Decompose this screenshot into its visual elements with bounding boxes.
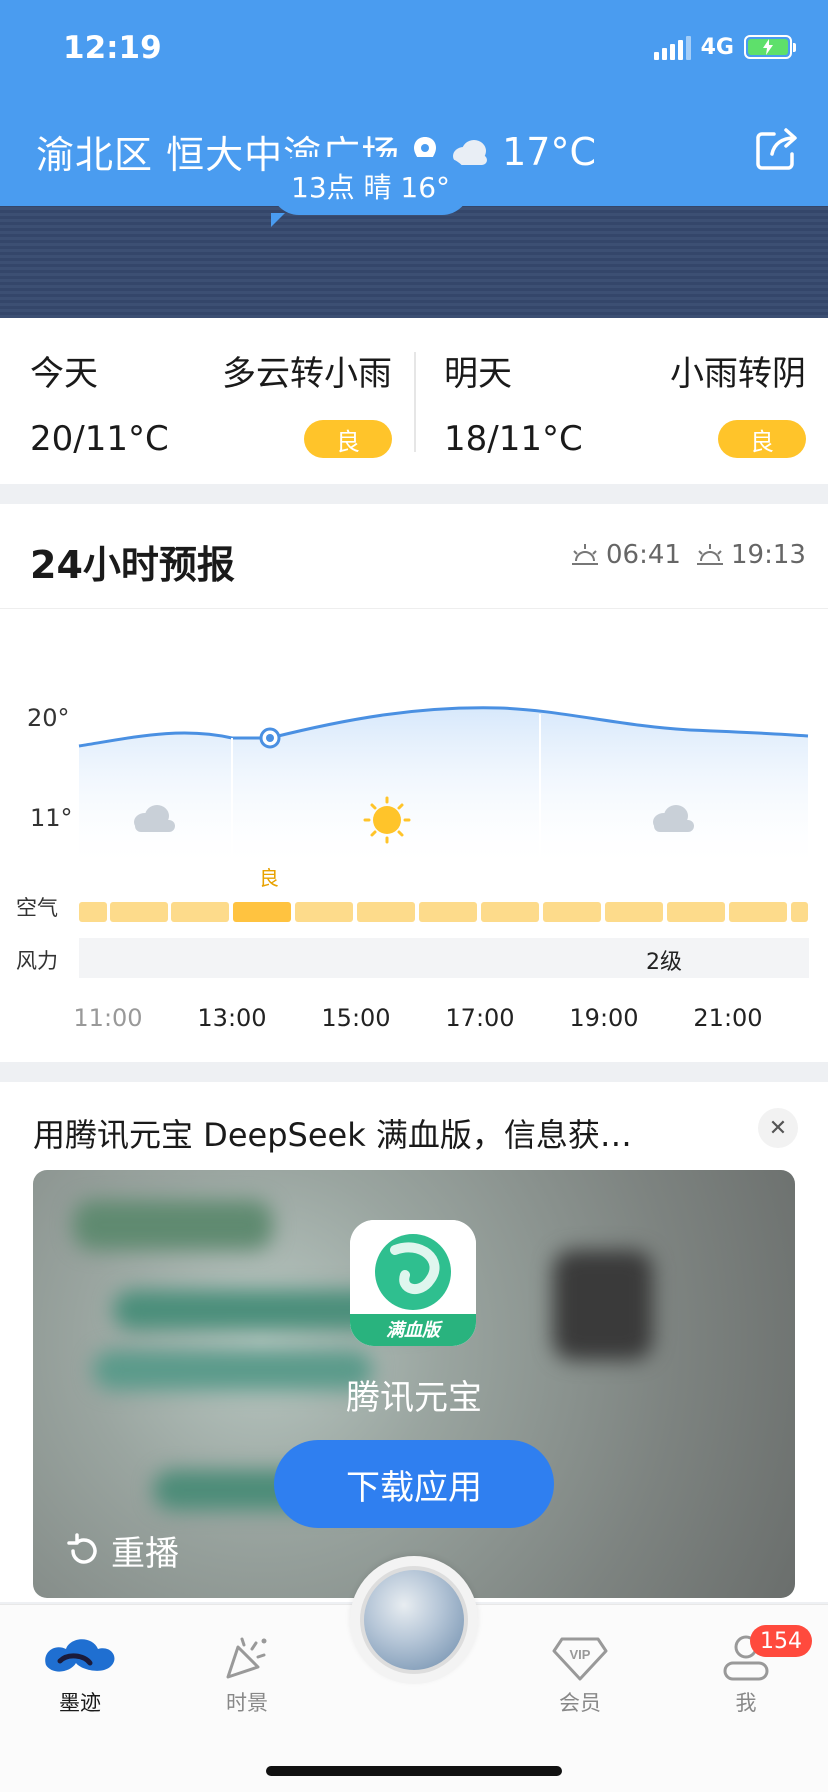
tomorrow-condition: 小雨转阴 [670, 354, 806, 394]
weather-banner-image [0, 206, 828, 318]
network-type: 4G [700, 34, 734, 60]
battery-icon [744, 35, 796, 59]
tomorrow-label: 明天 [444, 354, 512, 394]
sunset-time: 19:13 [731, 540, 806, 570]
replay-label: 重播 [111, 1534, 179, 1574]
sunrise-time: 06:41 [606, 540, 681, 570]
party-popper-icon [226, 1637, 267, 1679]
svg-text:VIP: VIP [570, 1647, 591, 1662]
current-temperature: 17°C [502, 129, 596, 174]
y-axis-max: 20° [27, 704, 70, 732]
tomorrow-aqi-badge: 良 [718, 420, 806, 458]
sunrise-icon [572, 544, 598, 565]
time-tick: 17:00 [445, 1004, 515, 1032]
replay-icon [67, 1532, 97, 1564]
tomorrow-temp-range: 18/11°C [444, 419, 583, 459]
status-icons: 4G [653, 34, 796, 60]
ad-title[interactable]: 用腾讯元宝 DeepSeek 满血版，信息获… [33, 1110, 632, 1156]
wind-level: 2级 [646, 950, 682, 975]
center-weather-button[interactable] [360, 1566, 468, 1674]
replay-button[interactable]: 重播 [65, 1526, 179, 1575]
time-tick: 13:00 [197, 1004, 267, 1032]
moji-cloud-icon [45, 1639, 115, 1672]
blurred-bg [553, 1250, 653, 1360]
air-quality-value: 良 [259, 866, 279, 890]
ad-card[interactable]: 用腾讯元宝 DeepSeek 满血版，信息获… ✕ 满血版 腾讯元宝 下载应用 … [0, 1082, 828, 1602]
wind-bar [79, 938, 809, 978]
app-name: 腾讯元宝 [346, 1378, 482, 1418]
selected-point-center [266, 734, 274, 742]
today-aqi-badge: 良 [304, 420, 392, 458]
wind-label: 风力 [16, 949, 58, 973]
forecast-title: 24小时预报 [30, 543, 235, 587]
app-badge: 满血版 [386, 1320, 440, 1341]
vip-diamond-icon: VIP [552, 1637, 608, 1681]
nav-item-vip[interactable]: VIP 会员 [530, 1633, 630, 1717]
air-quality-bar [79, 902, 808, 922]
signal-icon [653, 34, 691, 60]
today-condition: 多云转小雨 [222, 354, 392, 394]
forecast-tooltip: 13点 晴 16° [271, 157, 471, 227]
home-indicator[interactable] [266, 1766, 562, 1776]
time-tick: 11:00 [73, 1004, 143, 1032]
time-tick: 19:00 [569, 1004, 639, 1032]
today-temp-range: 20/11°C [30, 419, 169, 459]
ad-video[interactable]: 满血版 腾讯元宝 下载应用 重播 [33, 1170, 795, 1598]
time-tick: 21:00 [693, 1004, 763, 1032]
nav-label: 会员 [559, 1691, 601, 1715]
today-label: 今天 [30, 354, 98, 394]
nav-item-moji[interactable]: 墨迹 [30, 1633, 130, 1717]
nav-item-shijing[interactable]: 时景 [197, 1633, 297, 1717]
y-axis-min: 11° [30, 804, 73, 832]
air-label: 空气 [16, 896, 58, 920]
today-summary[interactable]: 今天 多云转小雨 20/11°C 良 [30, 346, 392, 459]
notification-badge: 154 [750, 1625, 812, 1657]
close-icon[interactable]: ✕ [758, 1108, 798, 1148]
divider [414, 352, 416, 452]
time-tick: 15:00 [321, 1004, 391, 1032]
app-icon[interactable]: 满血版 [350, 1220, 476, 1346]
sunrise: 06:41 [570, 540, 681, 570]
sunset: 19:13 [695, 540, 806, 570]
sunset-icon [697, 544, 723, 565]
nav-label: 墨迹 [59, 1691, 101, 1715]
download-app-button[interactable]: 下载应用 [274, 1440, 554, 1528]
nav-label: 我 [735, 1691, 757, 1715]
nav-label: 时景 [226, 1691, 268, 1715]
share-icon[interactable] [754, 126, 800, 172]
tomorrow-summary[interactable]: 明天 小雨转阴 18/11°C 良 [444, 346, 806, 459]
status-time: 12:19 [63, 30, 162, 66]
daily-summary-card[interactable]: 今天 多云转小雨 20/11°C 良 明天 小雨转阴 18/11°C 良 [0, 318, 828, 484]
temperature-chart[interactable] [0, 608, 828, 1068]
blurred-bg [73, 1200, 273, 1250]
